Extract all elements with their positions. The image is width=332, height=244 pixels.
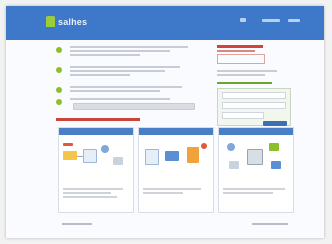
signup-panel <box>217 45 291 126</box>
feature-item <box>56 46 188 58</box>
signup-button[interactable] <box>263 121 287 126</box>
feature-card[interactable] <box>218 127 294 213</box>
site-header: salhes <box>6 6 324 40</box>
globe-icon <box>101 145 109 153</box>
text-line <box>70 54 140 56</box>
server-icon <box>247 149 263 165</box>
card-caption <box>63 188 129 200</box>
nav-link-2[interactable] <box>288 18 300 22</box>
nav-link-1[interactable] <box>262 18 280 22</box>
folder-icon <box>63 151 77 160</box>
document-icon <box>145 149 159 165</box>
text-line <box>143 188 201 190</box>
register-title <box>217 82 272 84</box>
text-line <box>70 70 165 72</box>
text-line <box>70 66 180 68</box>
arrows-icon <box>165 151 179 161</box>
computer-icon <box>113 157 123 165</box>
feature-card[interactable] <box>138 127 214 213</box>
badge-icon <box>201 143 207 149</box>
laptop-icon <box>271 161 281 169</box>
card-header <box>59 128 133 135</box>
card-header <box>219 128 293 135</box>
card-illustration <box>219 135 293 181</box>
text-line <box>217 70 277 72</box>
text-line <box>70 74 130 76</box>
document-icon <box>83 149 97 163</box>
header-nav <box>240 18 300 22</box>
feature-item <box>56 66 180 78</box>
feature-item <box>56 86 182 94</box>
cta-button[interactable] <box>73 103 195 110</box>
file-icon <box>187 147 199 163</box>
arrow-icon <box>77 156 83 157</box>
signup-title <box>217 45 263 48</box>
text-line <box>63 196 117 198</box>
feature-card[interactable] <box>58 127 134 213</box>
text-line <box>223 192 273 194</box>
label-tag <box>63 143 73 146</box>
card-illustration <box>59 135 133 181</box>
name-field[interactable] <box>222 92 286 99</box>
card-illustration <box>139 135 213 181</box>
check-icon <box>56 67 62 73</box>
signup-subtitle <box>217 50 255 52</box>
section-title <box>56 118 140 121</box>
footer-link-right[interactable] <box>252 223 288 225</box>
logo-text: salhes <box>58 16 88 27</box>
logo-icon <box>46 16 55 27</box>
text-line <box>63 188 123 190</box>
browser-frame: salhes <box>6 6 324 238</box>
check-icon <box>56 99 62 105</box>
text-line <box>143 192 183 194</box>
text-line <box>70 98 170 100</box>
text-line <box>223 188 285 190</box>
email-field[interactable] <box>222 102 286 109</box>
footer-link-left[interactable] <box>62 223 92 225</box>
check-icon <box>56 47 62 53</box>
monitor-icon <box>269 143 279 151</box>
text-line <box>70 90 160 92</box>
card-caption <box>143 188 209 196</box>
text-line <box>70 50 170 52</box>
logo[interactable]: salhes <box>46 16 87 27</box>
user-icon[interactable] <box>240 18 246 22</box>
user-icon <box>227 143 235 151</box>
card-header <box>139 128 213 135</box>
text-line <box>70 46 188 48</box>
check-icon <box>56 87 62 93</box>
computer-icon <box>229 161 239 169</box>
promo-box[interactable] <box>217 54 265 64</box>
password-field[interactable] <box>222 112 264 119</box>
card-caption <box>223 188 289 196</box>
text-line <box>63 192 111 194</box>
text-line <box>70 86 182 88</box>
text-line <box>217 74 265 76</box>
